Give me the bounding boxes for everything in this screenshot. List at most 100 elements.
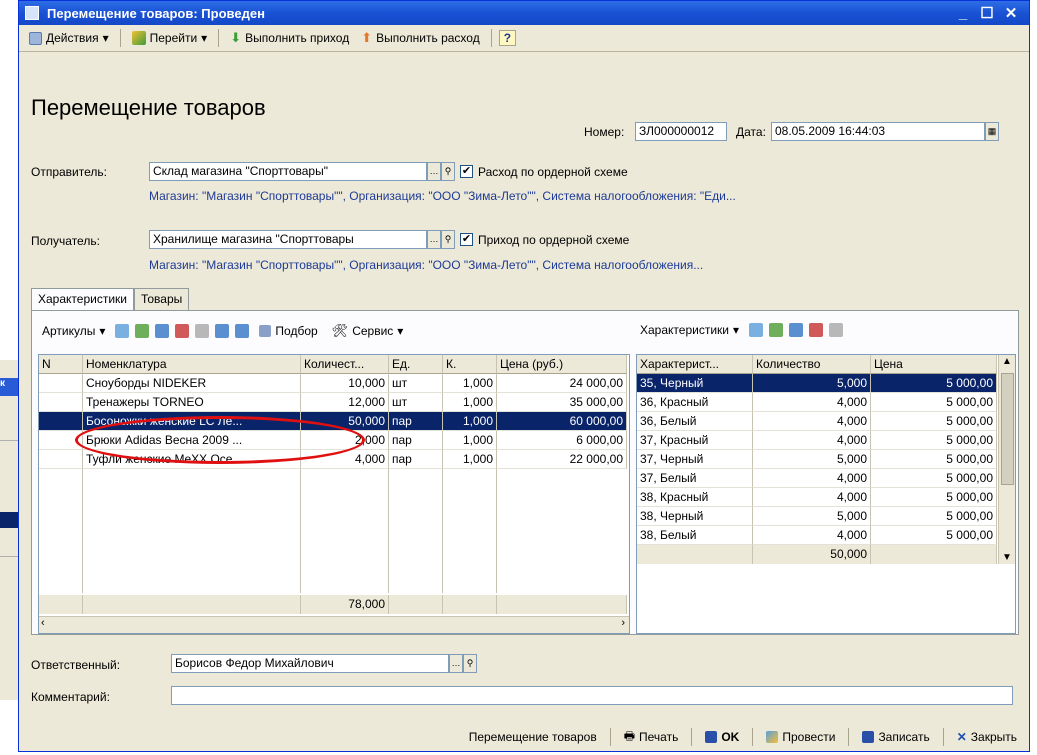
column-header[interactable]: Ед.	[389, 355, 443, 374]
goto-menu-button[interactable]: Перейти ▾	[128, 29, 212, 47]
char-qty: 4,000	[753, 393, 871, 412]
print-button[interactable]: 🖶 Печать	[620, 725, 683, 750]
vertical-scrollbar[interactable]: ▲ ▼	[998, 355, 1015, 564]
articles-menu-button[interactable]: Артикулы ▾	[38, 322, 109, 340]
char-name: 35, Черный	[637, 374, 753, 393]
help-button[interactable]: ?	[498, 30, 517, 46]
doc-type-button[interactable]: Перемещение товаров	[465, 728, 601, 746]
expense-order-checkbox[interactable]: ✔	[460, 165, 473, 178]
table-row[interactable]: 36, Белый 4,000 5 000,00	[637, 412, 999, 431]
char-qty: 4,000	[753, 431, 871, 450]
comment-field[interactable]	[171, 686, 1013, 705]
item-name: Тренажеры TORNEO	[83, 393, 301, 412]
table-row[interactable]: 37, Красный 4,000 5 000,00	[637, 431, 999, 450]
receiver-field[interactable]: Хранилище магазина "Спорттовары	[149, 230, 427, 249]
sort-asc-icon[interactable]	[215, 324, 230, 338]
char-price: 5 000,00	[871, 412, 997, 431]
actions-menu-button[interactable]: Действия ▾	[25, 29, 113, 47]
column-divider	[442, 469, 443, 593]
close-window-button[interactable]: ✕	[999, 4, 1023, 22]
scrollbar-thumb[interactable]	[1001, 373, 1014, 485]
chevron-down-icon[interactable]: ▼	[1002, 552, 1012, 563]
search-icon[interactable]: ⚲	[463, 654, 477, 673]
chevron-left-icon[interactable]: ‹	[41, 617, 45, 629]
column-header[interactable]: Характерист...	[637, 355, 753, 374]
ellipsis-icon[interactable]: …	[427, 230, 441, 249]
sender-field[interactable]: Склад магазина "Спорттовары"	[149, 162, 427, 181]
characteristics-table[interactable]: Характерист... Количество Цена 35, Черны…	[636, 354, 1016, 634]
table-row[interactable]: Тренажеры TORNEO 12,000 шт 1,000 35 000,…	[39, 393, 629, 412]
item-price: 60 000,00	[497, 412, 627, 431]
do-expense-button[interactable]: ⬆ Выполнить расход	[357, 28, 483, 48]
delete-row-icon[interactable]	[809, 323, 824, 337]
ellipsis-icon[interactable]: …	[427, 162, 441, 181]
add-row-icon[interactable]	[749, 323, 764, 337]
end-edit-icon[interactable]	[829, 323, 844, 337]
char-price: 5 000,00	[871, 526, 997, 545]
ellipsis-icon[interactable]: …	[449, 654, 463, 673]
table-row-selected[interactable]: Босоножки женские LC Ле... 50,000 пар 1,…	[39, 412, 629, 431]
copy-row-icon[interactable]	[769, 323, 784, 337]
table-row[interactable]: Брюки Adidas Весна 2009 ... 2,000 пар 1,…	[39, 431, 629, 450]
chevron-right-icon[interactable]: ›	[621, 617, 625, 629]
table-row[interactable]: 36, Красный 4,000 5 000,00	[637, 393, 999, 412]
do-income-button[interactable]: ⬇ Выполнить приход	[226, 28, 353, 48]
close-button[interactable]: ✕ Закрыть	[953, 728, 1021, 746]
minimize-button[interactable]: _	[951, 5, 975, 22]
sender-info-link[interactable]: Магазин: "Магазин "Спорттовары"", Органи…	[149, 189, 736, 203]
pick-button[interactable]: Подбор	[255, 322, 321, 340]
copy-row-icon[interactable]	[135, 324, 150, 338]
end-edit-icon[interactable]	[195, 324, 210, 338]
table-row[interactable]: 38, Черный 5,000 5 000,00	[637, 507, 999, 526]
date-field[interactable]: 08.05.2009 16:44:03	[771, 122, 985, 141]
chevron-down-icon: ▾	[397, 324, 404, 338]
tab-characteristics[interactable]: Характеристики	[31, 288, 134, 310]
column-header[interactable]: К.	[443, 355, 497, 374]
char-price: 5 000,00	[871, 450, 997, 469]
receiver-info-link[interactable]: Магазин: "Магазин "Спорттовары"", Органи…	[149, 258, 703, 272]
table-row[interactable]: Сноуборды NIDEKER 10,000 шт 1,000 24 000…	[39, 374, 629, 393]
table-row[interactable]: 37, Белый 4,000 5 000,00	[637, 469, 999, 488]
tab-panel: Артикулы ▾ Подбор 🛠 Сервис ▾ Характеристики…	[31, 310, 1019, 635]
number-field[interactable]: ЗЛ000000012	[635, 122, 727, 141]
title-bar[interactable]: Перемещение товаров: Проведен _ ☐ ✕	[19, 1, 1029, 25]
characteristics-menu-button[interactable]: Характеристики ▾	[636, 321, 743, 339]
calendar-icon[interactable]: ▦	[985, 122, 999, 141]
column-header[interactable]: Количест...	[301, 355, 389, 374]
edit-row-icon[interactable]	[155, 324, 170, 338]
column-header[interactable]: N	[39, 355, 83, 374]
goods-table[interactable]: N Номенклатура Количест... Ед. К. Цена (…	[38, 354, 630, 634]
char-price: 5 000,00	[871, 431, 997, 450]
delete-row-icon[interactable]	[175, 324, 190, 338]
horizontal-scrollbar[interactable]: ‹ ›	[39, 616, 629, 633]
item-coef: 1,000	[443, 412, 497, 431]
column-header[interactable]: Количество	[753, 355, 871, 374]
char-name: 38, Белый	[637, 526, 753, 545]
chevron-up-icon[interactable]: ▲	[1002, 356, 1012, 367]
ok-button[interactable]: OK	[701, 728, 743, 746]
maximize-button[interactable]: ☐	[975, 4, 999, 22]
add-row-icon[interactable]	[115, 324, 130, 338]
income-order-checkbox[interactable]: ✔	[460, 233, 473, 246]
sort-desc-icon[interactable]	[235, 324, 250, 338]
search-icon[interactable]: ⚲	[441, 230, 455, 249]
responsible-field[interactable]: Борисов Федор Михайлович	[171, 654, 449, 673]
post-button[interactable]: Провести	[762, 728, 839, 746]
save-button[interactable]: Записать	[858, 728, 933, 746]
table-row[interactable]: 38, Красный 4,000 5 000,00	[637, 488, 999, 507]
table-row[interactable]: 38, Белый 4,000 5 000,00	[637, 526, 999, 545]
toolbar-separator	[942, 728, 944, 746]
table-row-selected[interactable]: 35, Черный 5,000 5 000,00	[637, 374, 999, 393]
column-header[interactable]: Номенклатура	[83, 355, 301, 374]
table-row[interactable]: Туфли женские MeXX Осе... 4,000 пар 1,00…	[39, 450, 629, 469]
item-coef: 1,000	[443, 431, 497, 450]
column-header[interactable]: Цена	[871, 355, 997, 374]
tab-goods[interactable]: Товары	[133, 288, 190, 310]
edit-row-icon[interactable]	[789, 323, 804, 337]
column-divider	[300, 469, 301, 593]
search-icon[interactable]: ⚲	[441, 162, 455, 181]
service-menu-button[interactable]: 🛠 Сервис ▾	[328, 321, 408, 341]
item-price: 24 000,00	[497, 374, 627, 393]
column-header[interactable]: Цена (руб.)	[497, 355, 627, 374]
table-row[interactable]: 37, Черный 5,000 5 000,00	[637, 450, 999, 469]
